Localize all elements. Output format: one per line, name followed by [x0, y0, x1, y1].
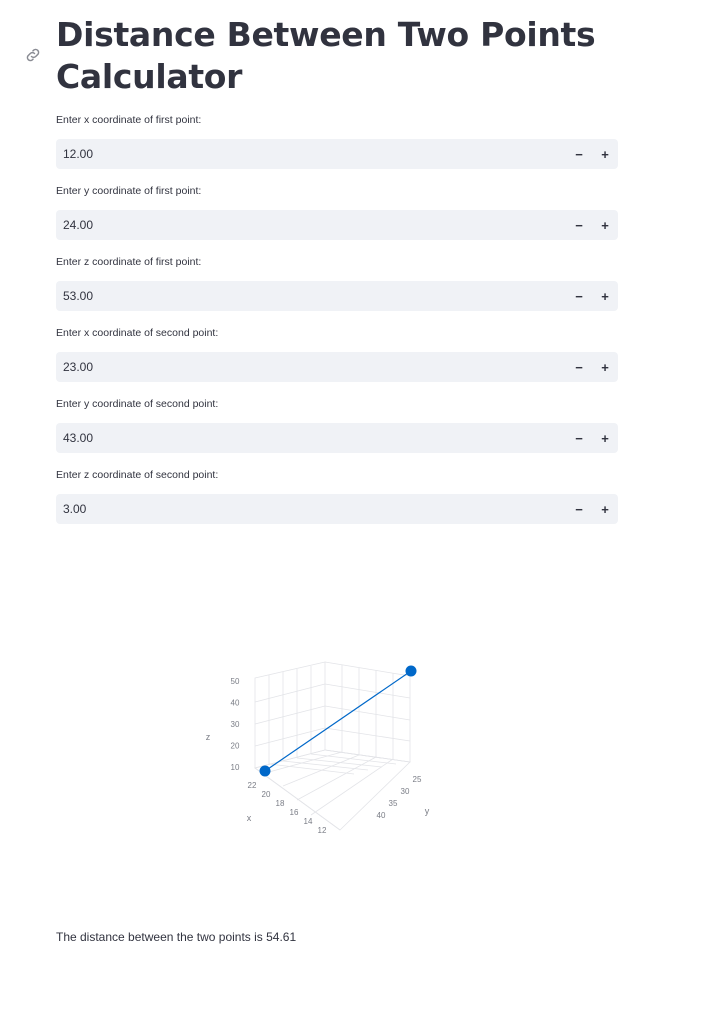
x-tick-label: 14 — [304, 817, 313, 826]
y2-increment-button[interactable]: + — [592, 423, 618, 453]
z2-input[interactable] — [56, 494, 566, 524]
z-tick-label: 40 — [231, 699, 240, 708]
x1-increment-button[interactable]: + — [592, 139, 618, 169]
y1-field: Enter y coordinate of first point: − + — [56, 184, 618, 240]
z1-input[interactable] — [56, 281, 566, 311]
distance-result: The distance between the two points is 5… — [56, 930, 297, 944]
y2-number-input: − + — [56, 423, 618, 453]
x1-label: Enter x coordinate of first point: — [56, 114, 202, 126]
x-tick-label: 18 — [276, 799, 285, 808]
x1-field: Enter x coordinate of first point: − + — [56, 113, 618, 169]
x-tick-label: 16 — [290, 808, 299, 817]
z-tick-label: 20 — [231, 742, 240, 751]
link-icon[interactable] — [24, 46, 42, 64]
page-title: Distance Between Two Points Calculator — [56, 15, 596, 96]
z-tick-label: 30 — [231, 720, 240, 729]
z1-field: Enter z coordinate of first point: − + — [56, 255, 618, 311]
x2-decrement-button[interactable]: − — [566, 352, 592, 382]
y1-number-input: − + — [56, 210, 618, 240]
z-axis-label: z — [206, 732, 211, 742]
y2-decrement-button[interactable]: − — [566, 423, 592, 453]
y-tick-label: 30 — [401, 787, 410, 796]
y1-input[interactable] — [56, 210, 566, 240]
3d-scatter-chart[interactable]: 5040302010z222018161412x25303540 y — [190, 640, 450, 850]
x1-number-input: − + — [56, 139, 618, 169]
x2-label: Enter x coordinate of second point: — [56, 327, 219, 339]
y-tick-label: 25 — [413, 775, 422, 784]
y1-decrement-button[interactable]: − — [566, 210, 592, 240]
data-point-1[interactable] — [405, 665, 417, 677]
x-tick-label: 22 — [248, 781, 257, 790]
x2-number-input: − + — [56, 352, 618, 382]
z2-field: Enter z coordinate of second point: − + — [56, 468, 618, 524]
z2-label: Enter z coordinate of second point: — [56, 469, 219, 481]
z1-decrement-button[interactable]: − — [566, 281, 592, 311]
x-axis-label: x — [247, 813, 252, 823]
x2-field: Enter x coordinate of second point: − + — [56, 326, 618, 382]
x1-input[interactable] — [56, 139, 566, 169]
z2-increment-button[interactable]: + — [592, 494, 618, 524]
y2-input[interactable] — [56, 423, 566, 453]
z2-decrement-button[interactable]: − — [566, 494, 592, 524]
x-tick-label: 20 — [262, 790, 271, 799]
z1-increment-button[interactable]: + — [592, 281, 618, 311]
x2-input[interactable] — [56, 352, 566, 382]
y-tick-label: 35 — [389, 799, 398, 808]
data-point-2[interactable] — [259, 765, 271, 777]
x2-increment-button[interactable]: + — [592, 352, 618, 382]
x-tick-label: 12 — [318, 826, 327, 835]
y1-label: Enter y coordinate of first point: — [56, 185, 202, 197]
z2-number-input: − + — [56, 494, 618, 524]
y-axis-label: y — [425, 806, 430, 816]
z1-label: Enter z coordinate of first point: — [56, 256, 202, 268]
y2-field: Enter y coordinate of second point: − + — [56, 397, 618, 453]
y1-increment-button[interactable]: + — [592, 210, 618, 240]
y2-label: Enter y coordinate of second point: — [56, 398, 219, 410]
x1-decrement-button[interactable]: − — [566, 139, 592, 169]
y-tick-label: 40 — [377, 811, 386, 820]
z-tick-label: 10 — [231, 763, 240, 772]
z1-number-input: − + — [56, 281, 618, 311]
z-tick-label: 50 — [231, 677, 240, 686]
